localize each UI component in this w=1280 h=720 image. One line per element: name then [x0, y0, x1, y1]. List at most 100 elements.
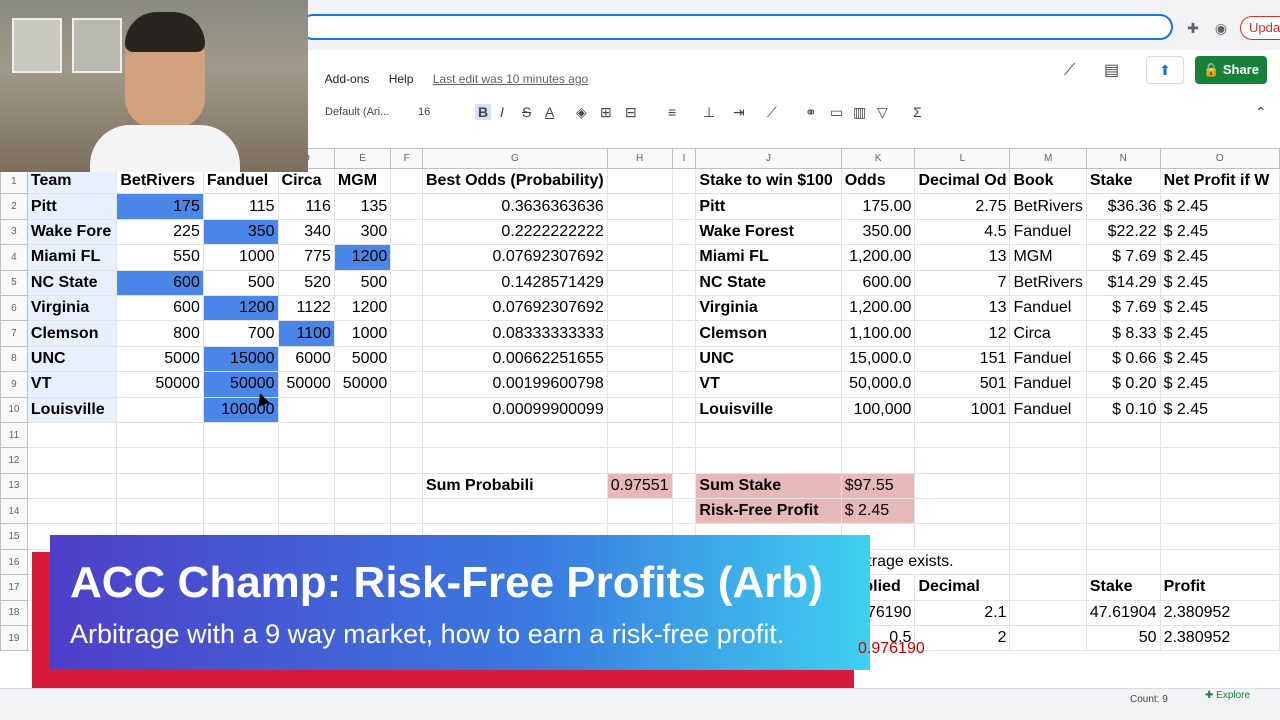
cell[interactable]: 15,000.0 — [840, 345, 916, 373]
sum-probability-label[interactable]: Sum Probabili — [421, 472, 608, 500]
cell[interactable] — [671, 472, 697, 500]
cell[interactable] — [671, 193, 697, 220]
cell[interactable]: 115 — [202, 193, 279, 220]
cell[interactable] — [1085, 421, 1161, 449]
cell[interactable] — [116, 447, 204, 474]
cell[interactable] — [1009, 498, 1087, 525]
cell[interactable] — [26, 472, 118, 500]
present-icon[interactable]: ⬆ — [1146, 56, 1184, 84]
cell[interactable] — [671, 269, 697, 296]
cell[interactable]: 501 — [914, 371, 1011, 398]
cell[interactable]: 50000 — [116, 371, 204, 398]
comments-icon[interactable]: ▤ — [1104, 60, 1119, 80]
cell[interactable]: NC State — [26, 269, 118, 296]
cell[interactable]: MGM — [1009, 244, 1087, 271]
cell[interactable]: 13 — [914, 294, 1011, 322]
cell[interactable]: Wake Fore — [26, 218, 118, 246]
cell[interactable] — [1009, 574, 1087, 601]
cell[interactable] — [390, 193, 423, 220]
cell[interactable] — [333, 396, 392, 423]
cell[interactable]: 225 — [116, 218, 204, 246]
cell[interactable]: Miami FL — [695, 244, 842, 271]
cell[interactable]: 5000 — [116, 345, 204, 373]
cell[interactable] — [421, 498, 608, 525]
cell[interactable]: 4.5 — [914, 218, 1011, 246]
cell[interactable] — [606, 447, 673, 474]
cell[interactable] — [671, 320, 697, 347]
header-cell[interactable]: Stake — [1085, 574, 1161, 601]
text-rotation-icon[interactable]: ⟋ — [767, 104, 777, 121]
row-header[interactable]: 12 — [0, 447, 28, 474]
cell[interactable] — [26, 447, 118, 474]
cell[interactable] — [1159, 447, 1280, 474]
cell[interactable]: 2.380952 — [1159, 625, 1280, 652]
cell[interactable]: $ 2.45 — [1159, 396, 1280, 423]
sum-stake-label[interactable]: Sum Stake — [695, 472, 842, 500]
functions-icon[interactable]: Σ — [913, 104, 922, 120]
cell[interactable]: $ 2.45 — [1159, 244, 1280, 271]
cell[interactable]: $ 2.45 — [1159, 345, 1280, 373]
cell[interactable]: Circa — [1009, 320, 1087, 347]
cell[interactable]: 116 — [277, 193, 335, 220]
cell[interactable]: 13 — [914, 244, 1011, 271]
cell[interactable] — [1159, 548, 1280, 576]
cell[interactable] — [606, 244, 673, 271]
sum-stake-value[interactable]: $97.55 — [840, 472, 916, 500]
cell[interactable]: $ 0.66 — [1085, 345, 1161, 373]
cell[interactable]: $ 2.45 — [1159, 218, 1280, 246]
cell[interactable]: 1001 — [914, 396, 1011, 423]
text-wrap-icon[interactable]: ⇥ — [733, 104, 745, 121]
cell[interactable] — [202, 498, 279, 525]
cell[interactable] — [1159, 421, 1280, 449]
cell[interactable]: VT — [695, 371, 842, 398]
cell[interactable]: $22.22 — [1085, 218, 1161, 246]
cell[interactable]: 1000 — [333, 320, 392, 347]
explore-button[interactable]: ✚ Explore — [1205, 690, 1250, 701]
row-header[interactable]: 17 — [0, 574, 28, 601]
row-header[interactable]: 6 — [0, 294, 28, 322]
extensions-icon[interactable]: ✚ — [1184, 19, 1202, 37]
cell[interactable] — [840, 421, 916, 449]
row-header[interactable]: 9 — [0, 371, 28, 398]
cell[interactable]: 1200 — [202, 294, 279, 322]
cell[interactable]: 600.00 — [840, 269, 916, 296]
cell[interactable]: Pitt — [26, 193, 118, 220]
cell[interactable] — [671, 294, 697, 322]
cell[interactable]: 300 — [333, 218, 392, 246]
cell[interactable]: 50,000.0 — [840, 371, 916, 398]
cell[interactable]: 520 — [277, 269, 335, 296]
header-cell[interactable] — [390, 167, 423, 195]
cell[interactable]: BetRivers — [1009, 193, 1087, 220]
cell[interactable] — [333, 498, 392, 525]
cell[interactable]: Virginia — [695, 294, 842, 322]
cell[interactable]: 2.1 — [914, 599, 1011, 627]
cell[interactable]: $ 8.33 — [1085, 320, 1161, 347]
last-edit-link[interactable]: Last edit was 10 minutes ago — [433, 72, 588, 86]
cell[interactable]: $ 2.45 — [1159, 193, 1280, 220]
cell[interactable]: 0.00199600798 — [421, 371, 608, 398]
header-cell[interactable]: BetRivers — [116, 167, 204, 195]
column-header[interactable]: M — [1009, 148, 1087, 169]
cell[interactable]: 1000 — [202, 244, 279, 271]
column-header[interactable]: G — [421, 148, 608, 169]
cell[interactable] — [671, 498, 697, 525]
cell[interactable]: $ 7.69 — [1085, 244, 1161, 271]
cell[interactable]: $ 2.45 — [1159, 269, 1280, 296]
cell[interactable]: 15000 — [202, 345, 279, 373]
cell[interactable]: NC State — [695, 269, 842, 296]
cell[interactable]: 50000 — [333, 371, 392, 398]
menu-item-help[interactable]: Help — [389, 72, 414, 86]
cell[interactable]: Louisville — [26, 396, 118, 423]
cell[interactable] — [390, 421, 423, 449]
cell[interactable]: 50000 — [202, 371, 279, 398]
row-header[interactable]: 18 — [0, 599, 28, 627]
cell[interactable] — [421, 421, 608, 449]
merge-cells-icon[interactable]: ⊟ — [625, 104, 637, 121]
row-header[interactable]: 11 — [0, 421, 28, 449]
cell[interactable]: Virginia — [26, 294, 118, 322]
cell[interactable]: Fanduel — [1009, 371, 1087, 398]
header-cell[interactable]: Stake to win $100 — [695, 167, 842, 195]
text-color-icon[interactable]: A — [545, 104, 554, 120]
cell[interactable]: 0.08333333333 — [421, 320, 608, 347]
header-cell[interactable]: Best Odds (Probability) — [421, 167, 608, 195]
